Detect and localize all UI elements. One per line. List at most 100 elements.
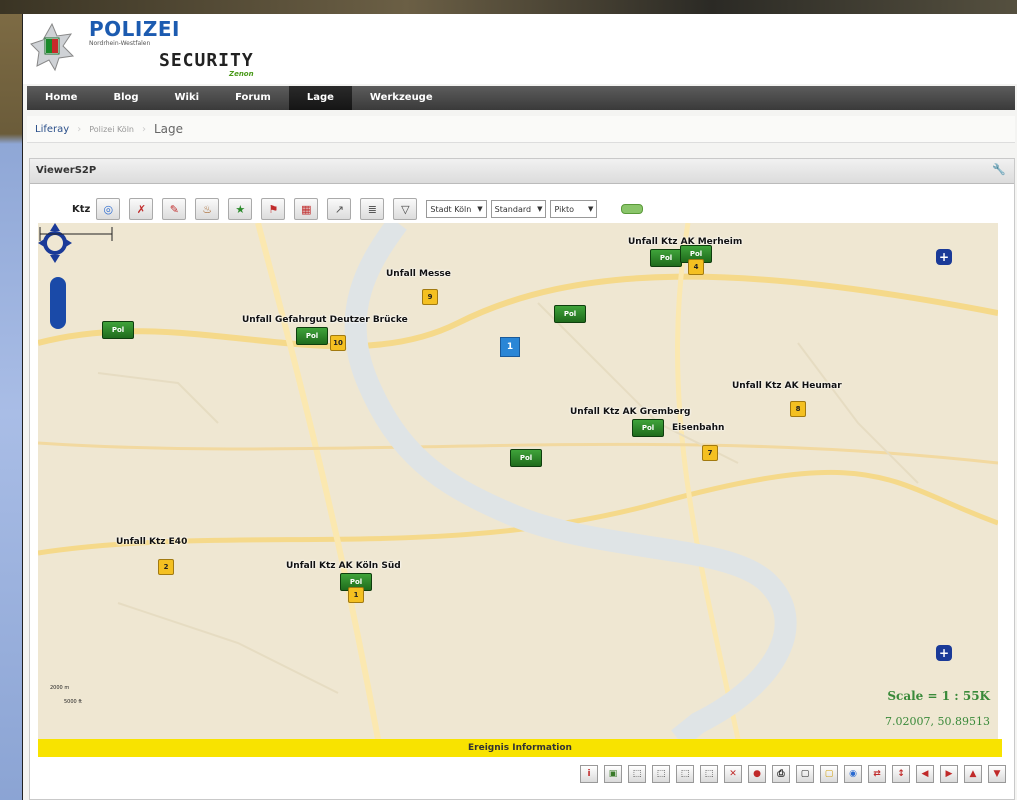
incident-marker[interactable]: 2	[158, 559, 174, 575]
brand-product: SECURITY	[159, 50, 254, 71]
layer-switcher-button[interactable]: +	[936, 249, 952, 265]
arrow-up-icon: ▲	[969, 769, 977, 779]
symbol-select-value: Pikto	[554, 204, 575, 214]
incident-label: Unfall Gefahrgut Deutzer Brücke	[242, 315, 408, 325]
highlight-button[interactable]: ▢	[820, 765, 838, 783]
info-tool-button[interactable]: i	[580, 765, 598, 783]
chevron-down-icon: ▼	[537, 205, 543, 213]
zoom-box-button[interactable]: ⬚	[628, 765, 646, 783]
nav-home[interactable]: Home	[27, 86, 95, 110]
nav-werkzeuge[interactable]: Werkzeuge	[352, 86, 451, 110]
stop-button[interactable]: ●	[748, 765, 766, 783]
incident-marker[interactable]: 7	[702, 445, 718, 461]
copy-button[interactable]: ▢	[796, 765, 814, 783]
delete-button[interactable]: ✕	[724, 765, 742, 783]
print-button[interactable]: ⎙	[772, 765, 790, 783]
barrier-icon: ▦	[301, 202, 312, 216]
symbol-select[interactable]: Pikto ▼	[550, 200, 598, 218]
region-select-value: Stadt Köln	[430, 204, 472, 214]
zoom-slider[interactable]	[50, 277, 66, 329]
incident-marker[interactable]: 10	[330, 335, 346, 351]
viewer-portlet: ViewerS2P 🔧 Ktz ◎ ✗ ✎ ♨ ★ ⚑ ▦ ↗ ≣ ▽ Stad…	[29, 158, 1015, 800]
pan-left-button[interactable]: ◀	[916, 765, 934, 783]
info-icon: i	[587, 769, 591, 779]
area-icon: ⬚	[704, 769, 714, 779]
incident-label: Unfall Ktz AK Gremberg	[570, 407, 691, 417]
globe-tool-button[interactable]: ◎	[96, 198, 121, 220]
incident-marker[interactable]: 4	[688, 259, 704, 275]
police-unit-marker[interactable]: Pol	[510, 449, 542, 467]
map-basemap	[38, 223, 998, 739]
filter-icon: ▽	[401, 202, 410, 216]
pan-up-button[interactable]: ▲	[964, 765, 982, 783]
overview-map-button[interactable]: +	[936, 645, 952, 661]
area-button[interactable]: ⬚	[700, 765, 718, 783]
stop-icon: ●	[753, 769, 761, 779]
police-unit-marker[interactable]: Pol	[102, 321, 134, 339]
route-button[interactable]: ⇄	[868, 765, 886, 783]
event-info-bar[interactable]: Ereignis Information	[38, 739, 1002, 757]
map-tool-button[interactable]: ▣	[604, 765, 622, 783]
layer-icon: ◉	[849, 769, 857, 779]
star-tool-button[interactable]: ★	[228, 198, 253, 220]
breadcrumb-polizei[interactable]: Polizei Köln	[81, 125, 142, 134]
measure-icon: ⬚	[656, 769, 666, 779]
highlight-icon: ▢	[824, 769, 834, 779]
pointer-tool-button[interactable]: ↗	[327, 198, 352, 220]
status-toggle[interactable]	[621, 204, 644, 214]
incident-marker[interactable]: 8	[790, 401, 806, 417]
incident-marker[interactable]: 9	[422, 289, 438, 305]
pan-right-button[interactable]: ▶	[940, 765, 958, 783]
globe-icon: ◎	[103, 202, 114, 216]
arrow-vertical-icon: ↕	[897, 769, 905, 779]
nav-blog[interactable]: Blog	[95, 86, 156, 110]
wrench-icon[interactable]: 🔧	[992, 163, 1006, 176]
pan-down-button[interactable]: ▼	[988, 765, 1006, 783]
map-canvas[interactable]: Unfall Ktz AK Merheim Unfall Messe Unfal…	[38, 223, 998, 739]
star-icon: ★	[235, 202, 246, 216]
nav-wiki[interactable]: Wiki	[157, 86, 218, 110]
chevron-down-icon: ▼	[588, 205, 594, 213]
incident-marker-blue[interactable]: 1	[500, 337, 520, 357]
scale-bar	[39, 227, 113, 241]
bottom-toolbar: i ▣ ⬚ ⬚ ⬚ ⬚ ✕ ● ⎙ ▢ ▢ ◉ ⇄ ↕ ◀ ▶ ▲ ▼	[574, 765, 1006, 783]
filter-tool-button[interactable]: ▽	[393, 198, 418, 220]
breadcrumb-lage: Lage	[154, 122, 184, 136]
crash-tool-button[interactable]: ✗	[129, 198, 154, 220]
police-unit-marker[interactable]: Pol	[650, 249, 682, 267]
map-toolbar: Ktz ◎ ✗ ✎ ♨ ★ ⚑ ▦ ↗ ≣ ▽ Stadt Köln ▼ Stan…	[72, 197, 644, 221]
printer-icon: ⎙	[777, 769, 785, 779]
desktop-side-panel	[0, 14, 22, 800]
layer-button[interactable]: ◉	[844, 765, 862, 783]
region-select[interactable]: Stadt Köln ▼	[426, 200, 487, 218]
pointer-icon: ↗	[334, 202, 344, 216]
measure-button[interactable]: ⬚	[652, 765, 670, 783]
mode-select[interactable]: Standard ▼	[490, 200, 547, 218]
header: POLIZEI Nordrhein-Westfalen SECURITY Zen…	[23, 14, 1017, 84]
nav-lage[interactable]: Lage	[288, 86, 352, 110]
toolbar-label: Ktz	[72, 203, 91, 215]
scale-metric-label: 2000 m	[50, 685, 70, 691]
incident-label: Unfall Ktz AK Heumar	[732, 381, 842, 391]
police-unit-marker[interactable]: Pol	[632, 419, 664, 437]
sign-tool-button[interactable]: ≣	[360, 198, 385, 220]
barrier-tool-button[interactable]: ▦	[294, 198, 319, 220]
fire-tool-button[interactable]: ♨	[195, 198, 220, 220]
scale-imperial-label: 5000 ft	[64, 699, 82, 705]
select-button[interactable]: ⬚	[676, 765, 694, 783]
police-unit-marker[interactable]: Pol	[554, 305, 586, 323]
incident-label: Unfall Ktz AK Köln Süd	[286, 561, 401, 571]
breadcrumb-liferay[interactable]: Liferay	[27, 124, 77, 135]
fire-icon: ♨	[202, 202, 213, 216]
incident-marker[interactable]: 1	[348, 587, 364, 603]
police-unit-marker[interactable]: Pol	[296, 327, 328, 345]
accident-tool-button[interactable]: ✎	[162, 198, 187, 220]
flag-tool-button[interactable]: ⚑	[261, 198, 286, 220]
desktop-background	[0, 0, 1017, 14]
brand-region: Nordrhein-Westfalen	[89, 40, 151, 47]
select-icon: ⬚	[680, 769, 690, 779]
zoom-box-icon: ⬚	[632, 769, 642, 779]
nav-forum[interactable]: Forum	[217, 86, 289, 110]
flag-icon: ⚑	[268, 202, 279, 216]
vertical-button[interactable]: ↕	[892, 765, 910, 783]
